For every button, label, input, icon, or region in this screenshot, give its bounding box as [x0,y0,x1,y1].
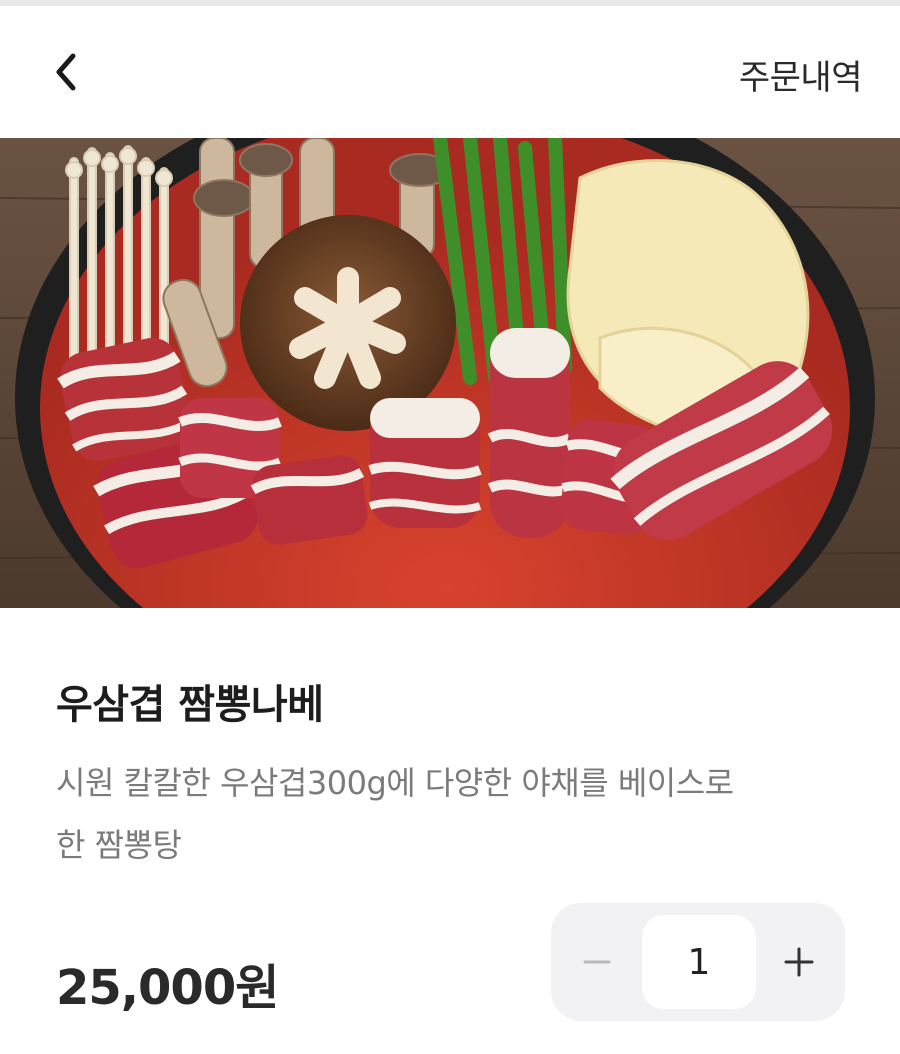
increase-quantity-button[interactable] [753,903,845,1021]
header: 주문내역 [0,6,900,138]
product-price: 25,000원 [56,960,279,1016]
plus-icon [784,947,814,977]
back-button[interactable] [36,42,96,102]
order-history-button[interactable]: 주문내역 [739,50,863,99]
minus-icon [583,960,611,964]
chevron-left-icon [56,53,76,91]
decrease-quantity-button[interactable] [551,903,643,1021]
quantity-value: 1 [642,915,756,1009]
product-image [0,138,900,608]
product-name: 우삼겹 짬뽕나베 [56,682,324,728]
product-description: 시원 칼칼한 우삼겹300g에 다양한 야채를 베이스로 한 짬뽕탕 [56,764,734,864]
quantity-stepper: 1 [551,903,845,1021]
